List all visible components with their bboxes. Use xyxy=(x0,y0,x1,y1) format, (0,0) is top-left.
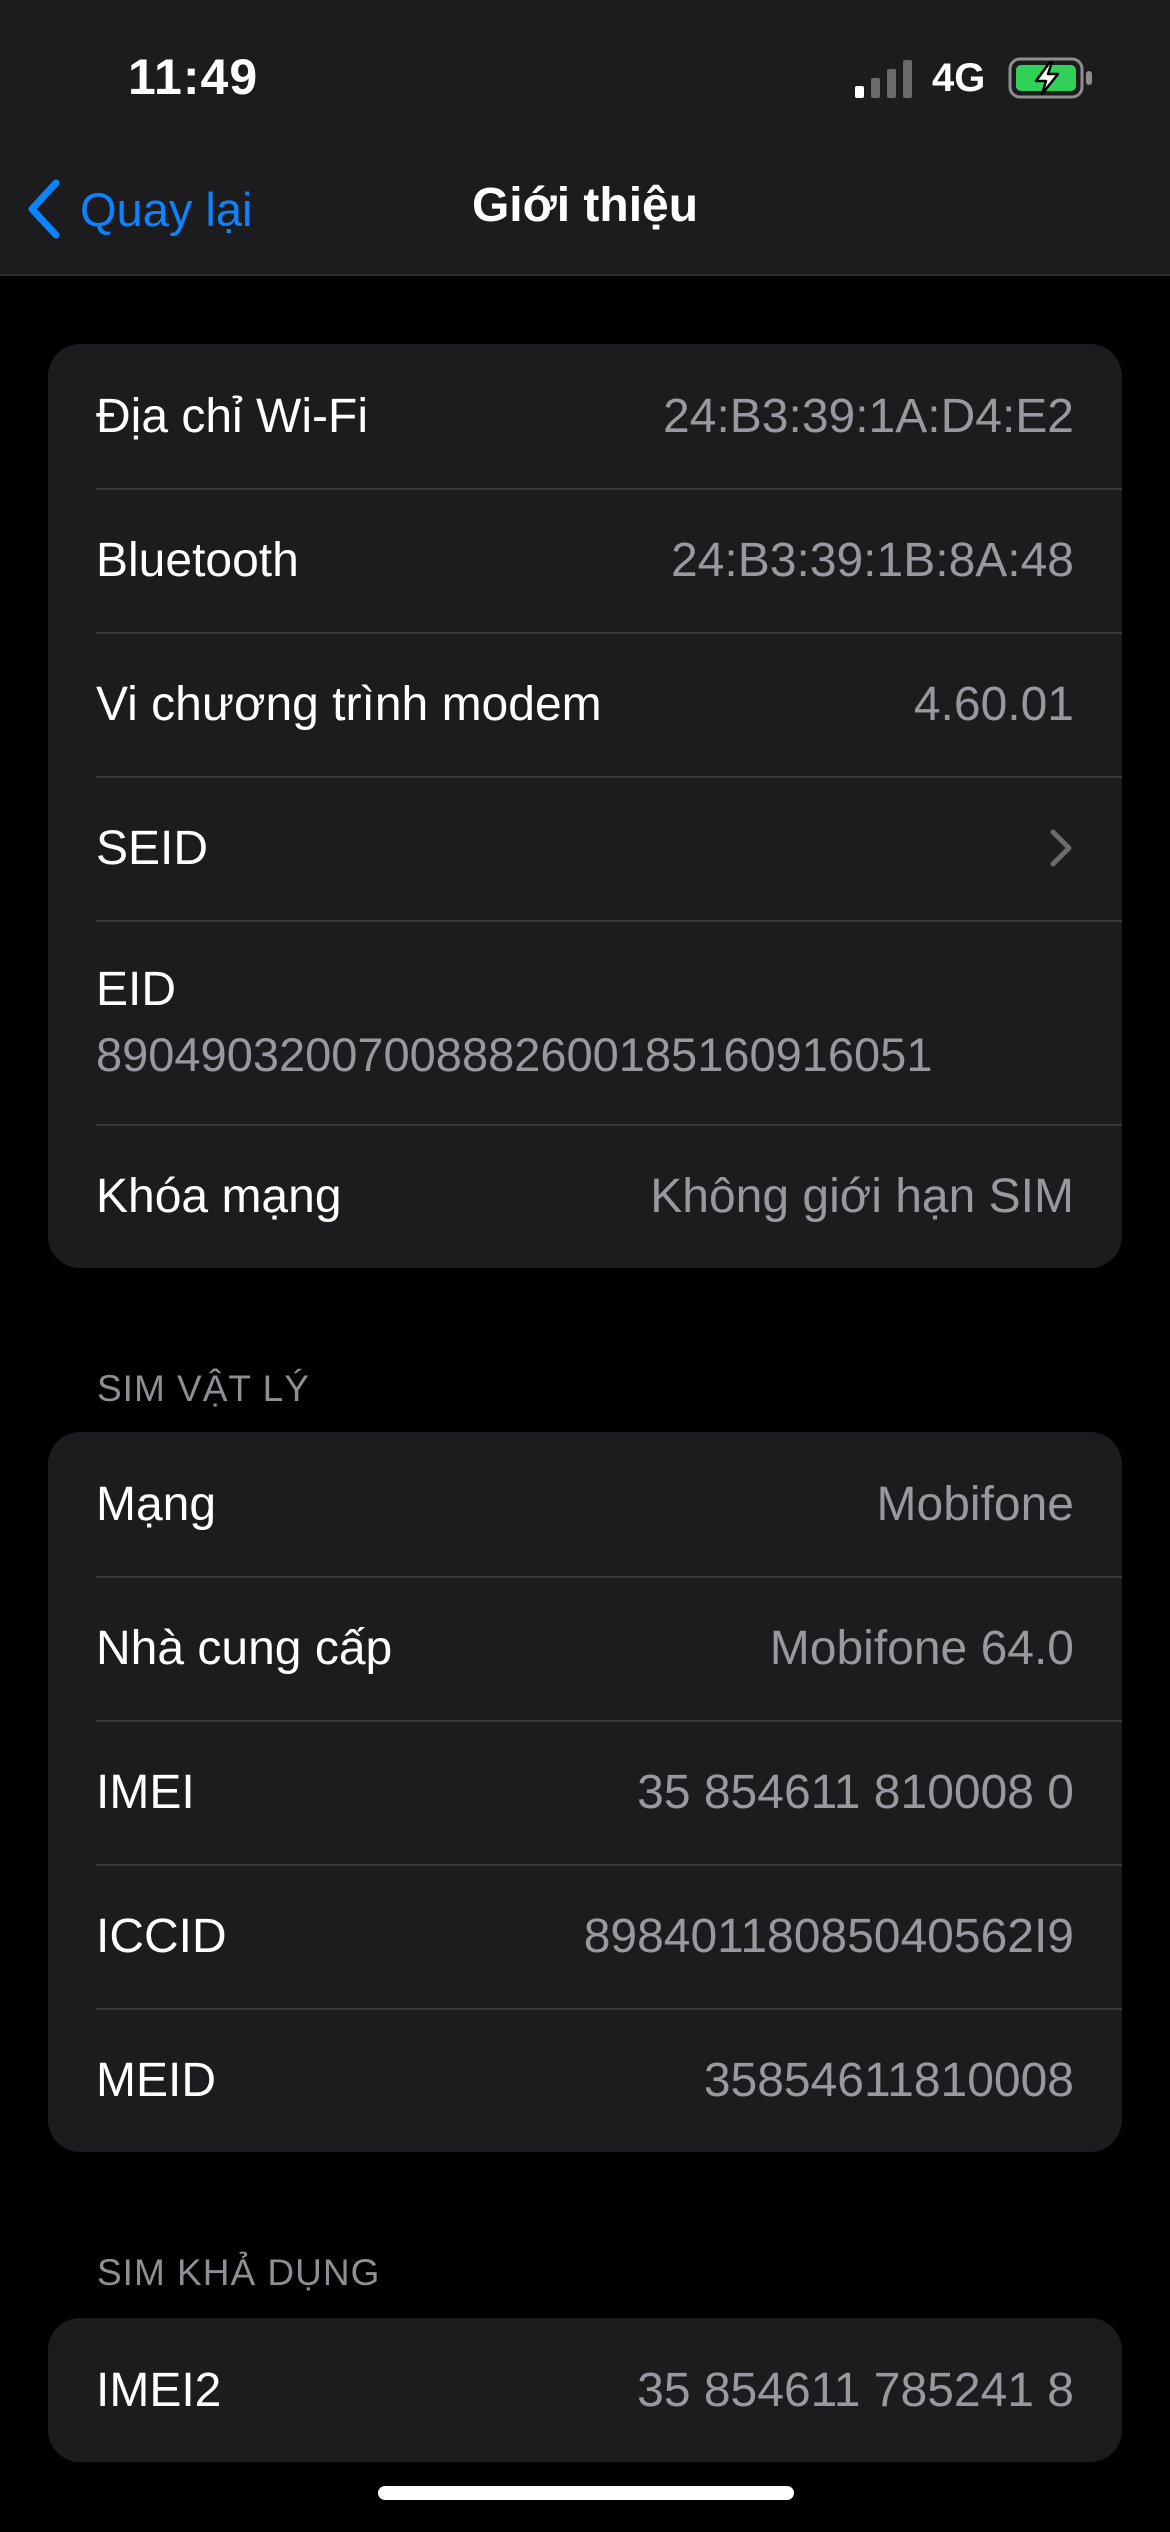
row-network: Mạng Mobifone xyxy=(48,1432,1122,1576)
row-label: Khóa mạng xyxy=(96,1169,342,1223)
row-imei: IMEI 35 854611 810008 0 xyxy=(48,1720,1122,1864)
status-time: 11:49 xyxy=(128,49,259,105)
row-carrier: Nhà cung cấp Mobifone 64.0 xyxy=(48,1576,1122,1720)
navigation-bar: Quay lại Giới thiệu xyxy=(0,160,1170,260)
row-label: Bluetooth xyxy=(96,533,299,587)
chevron-right-icon xyxy=(1050,829,1072,867)
available-sim-group: IMEI2 35 854611 785241 8 xyxy=(48,2318,1122,2462)
row-label: SEID xyxy=(96,821,209,875)
row-label: Nhà cung cấp xyxy=(96,1621,393,1675)
row-label: IMEI2 xyxy=(96,2363,222,2417)
row-value: 89840118085040562I9 xyxy=(583,1909,1074,1963)
row-value: 4.60.01 xyxy=(913,677,1074,731)
row-modem-firmware: Vi chương trình modem 4.60.01 xyxy=(48,632,1122,776)
row-network-lock: Khóa mạng Không giới hạn SIM xyxy=(48,1124,1122,1268)
row-imei2: IMEI2 35 854611 785241 8 xyxy=(48,2318,1122,2462)
row-value: Mobifone xyxy=(876,1477,1074,1531)
row-iccid: ICCID 89840118085040562I9 xyxy=(48,1864,1122,2008)
network-type-label: 4G xyxy=(932,56,986,100)
row-value: 35854611810008 xyxy=(703,2053,1074,2107)
row-label: Vi chương trình modem xyxy=(96,677,602,731)
row-seid[interactable]: SEID xyxy=(48,776,1122,920)
row-meid: MEID 35854611810008 xyxy=(48,2008,1122,2152)
physical-sim-group: Mạng Mobifone Nhà cung cấp Mobifone 64.0… xyxy=(48,1432,1122,2152)
row-label: MEID xyxy=(96,2053,216,2107)
top-bar: 11:49 4G Quay lại Giới thiệu xyxy=(0,0,1170,276)
row-bluetooth: Bluetooth 24:B3:39:1B:8A:48 xyxy=(48,488,1122,632)
row-value: 24:B3:39:1B:8A:48 xyxy=(671,533,1074,587)
row-label: Mạng xyxy=(96,1477,217,1531)
row-value: Mobifone 64.0 xyxy=(769,1621,1074,1675)
page-title: Giới thiệu xyxy=(471,179,699,232)
row-label: Địa chỉ Wi-Fi xyxy=(96,389,368,443)
row-label: EID xyxy=(96,963,177,1016)
row-value: 35 854611 810008 0 xyxy=(637,1765,1074,1819)
device-info-group: Địa chỉ Wi-Fi 24:B3:39:1A:D4:E2 Bluetoot… xyxy=(48,344,1122,1268)
section-header-physical-sim: SIM VẬT LÝ xyxy=(97,1368,310,1409)
row-label: ICCID xyxy=(96,1909,227,1963)
row-label: IMEI xyxy=(96,1765,195,1819)
row-wifi-address: Địa chỉ Wi-Fi 24:B3:39:1A:D4:E2 xyxy=(48,344,1122,488)
row-value: 24:B3:39:1A:D4:E2 xyxy=(663,389,1074,443)
row-value: 89049032007008882600185160916051 xyxy=(96,1028,933,1081)
section-header-available-sim: SIM KHẢ DỤNG xyxy=(97,2252,381,2293)
row-eid: EID 89049032007008882600185160916051 xyxy=(48,920,1122,1124)
cellular-signal-icon xyxy=(855,60,912,98)
row-value: 35 854611 785241 8 xyxy=(637,2363,1074,2417)
status-bar: 11:49 4G xyxy=(0,0,1170,150)
row-value: Không giới hạn SIM xyxy=(650,1169,1074,1223)
battery-charging-icon xyxy=(1008,57,1092,99)
home-indicator[interactable] xyxy=(378,2486,794,2500)
